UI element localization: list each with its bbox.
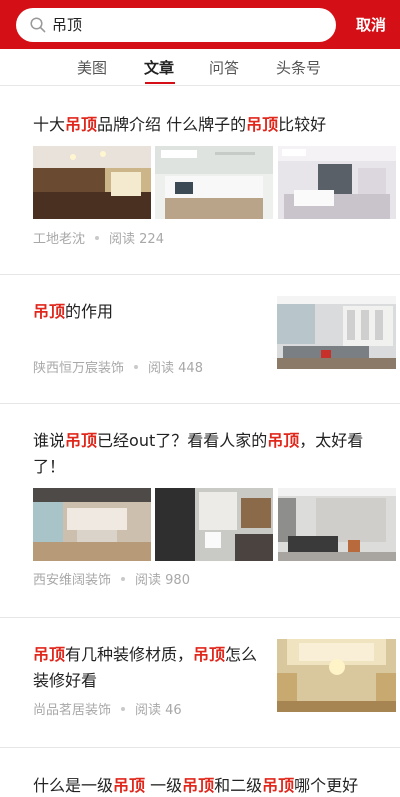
title-text: 谁说 [33,431,66,450]
search-icon [30,17,46,33]
article-item[interactable]: 十大吊顶品牌介绍 什么牌子的吊顶比较好 工地老沈 阅读 224 [0,87,400,275]
title-text: 比较好 [278,115,327,134]
keyword-highlight: 吊顶 [65,115,98,134]
title-text: 一级 [145,776,183,795]
keyword-highlight: 吊顶 [182,776,215,795]
article-source[interactable]: 陕西恒万宸装饰 [33,361,124,376]
article-image[interactable] [33,488,151,561]
tab-toutiao-accounts[interactable]: 头条号 [276,58,321,78]
article-source[interactable]: 工地老沈 [33,232,85,247]
article-image[interactable] [33,146,151,219]
article-reads: 阅读 224 [109,232,164,247]
separator-dot [121,577,126,581]
article-meta: 工地老沈 阅读 224 [33,231,164,249]
title-text: 哪个更好 [294,776,359,795]
keyword-highlight: 吊顶 [113,776,146,795]
article-source[interactable]: 西安维阔装饰 [33,573,111,588]
keyword-highlight: 吊顶 [65,431,98,450]
article-image[interactable] [155,146,273,219]
article-reads: 阅读 46 [135,703,182,718]
article-meta: 陕西恒万宸装饰 阅读 448 [33,360,203,378]
article-image[interactable] [277,296,396,369]
search-query: 吊顶 [52,16,83,34]
title-text: 的作用 [65,302,114,321]
cancel-button[interactable]: 取消 [356,14,386,36]
search-input[interactable]: 吊顶 [16,8,336,42]
article-title[interactable]: 什么是一级吊顶 一级吊顶和二级吊顶哪个更好 [33,773,393,797]
article-meta: 尚品茗居装饰 阅读 46 [33,702,182,720]
article-reads: 阅读 980 [135,573,190,588]
article-thumbnails[interactable] [33,146,396,219]
article-title[interactable]: 吊顶的作用 [33,299,263,325]
tab-articles[interactable]: 文章 [144,58,174,78]
article-image[interactable] [278,146,396,219]
article-title[interactable]: 十大吊顶品牌介绍 什么牌子的吊顶比较好 [33,112,326,138]
tab-qa[interactable]: 问答 [209,58,239,78]
separator-dot [134,365,139,369]
title-text: 和二级 [214,776,263,795]
tab-photos[interactable]: 美图 [77,58,107,78]
article-meta: 西安维阔装饰 阅读 980 [33,572,190,590]
active-tab-indicator [145,82,175,84]
keyword-highlight: 吊顶 [246,115,279,134]
article-item[interactable]: 吊顶有几种装修材质，吊顶怎么装修好看 尚品茗居装饰 阅读 46 [0,618,400,748]
keyword-highlight: 吊顶 [33,645,66,664]
article-item[interactable]: 吊顶的作用 陕西恒万宸装饰 阅读 448 [0,275,400,404]
keyword-highlight: 吊顶 [33,302,66,321]
article-source[interactable]: 尚品茗居装饰 [33,703,111,718]
article-image[interactable] [278,488,396,561]
tab-bar: 美图 文章 问答 头条号 [0,49,400,86]
search-header: 吊顶 取消 [0,0,400,49]
keyword-highlight: 吊顶 [193,645,226,664]
article-reads: 阅读 448 [148,361,203,376]
article-image[interactable] [155,488,273,561]
article-image[interactable] [277,639,396,712]
title-text: 十大 [33,115,66,134]
article-thumbnails[interactable] [33,488,396,561]
article-title[interactable]: 吊顶有几种装修材质，吊顶怎么装修好看 [33,642,263,694]
article-title[interactable]: 谁说吊顶已经out了？看看人家的吊顶，太好看了！ [33,428,393,480]
separator-dot [121,707,126,711]
article-item[interactable]: 谁说吊顶已经out了？看看人家的吊顶，太好看了！ 西安维阔装饰 阅读 980 [0,404,400,618]
article-item[interactable]: 什么是一级吊顶 一级吊顶和二级吊顶哪个更好 [0,748,400,797]
keyword-highlight: 吊顶 [267,431,300,450]
title-text: 有几种装修材质， [65,645,194,664]
title-text: 什么是一级 [33,776,114,795]
title-text: 已经out了？看看人家的 [97,431,268,450]
separator-dot [95,236,100,240]
keyword-highlight: 吊顶 [262,776,295,795]
title-text: 品牌介绍 什么牌子的 [97,115,247,134]
